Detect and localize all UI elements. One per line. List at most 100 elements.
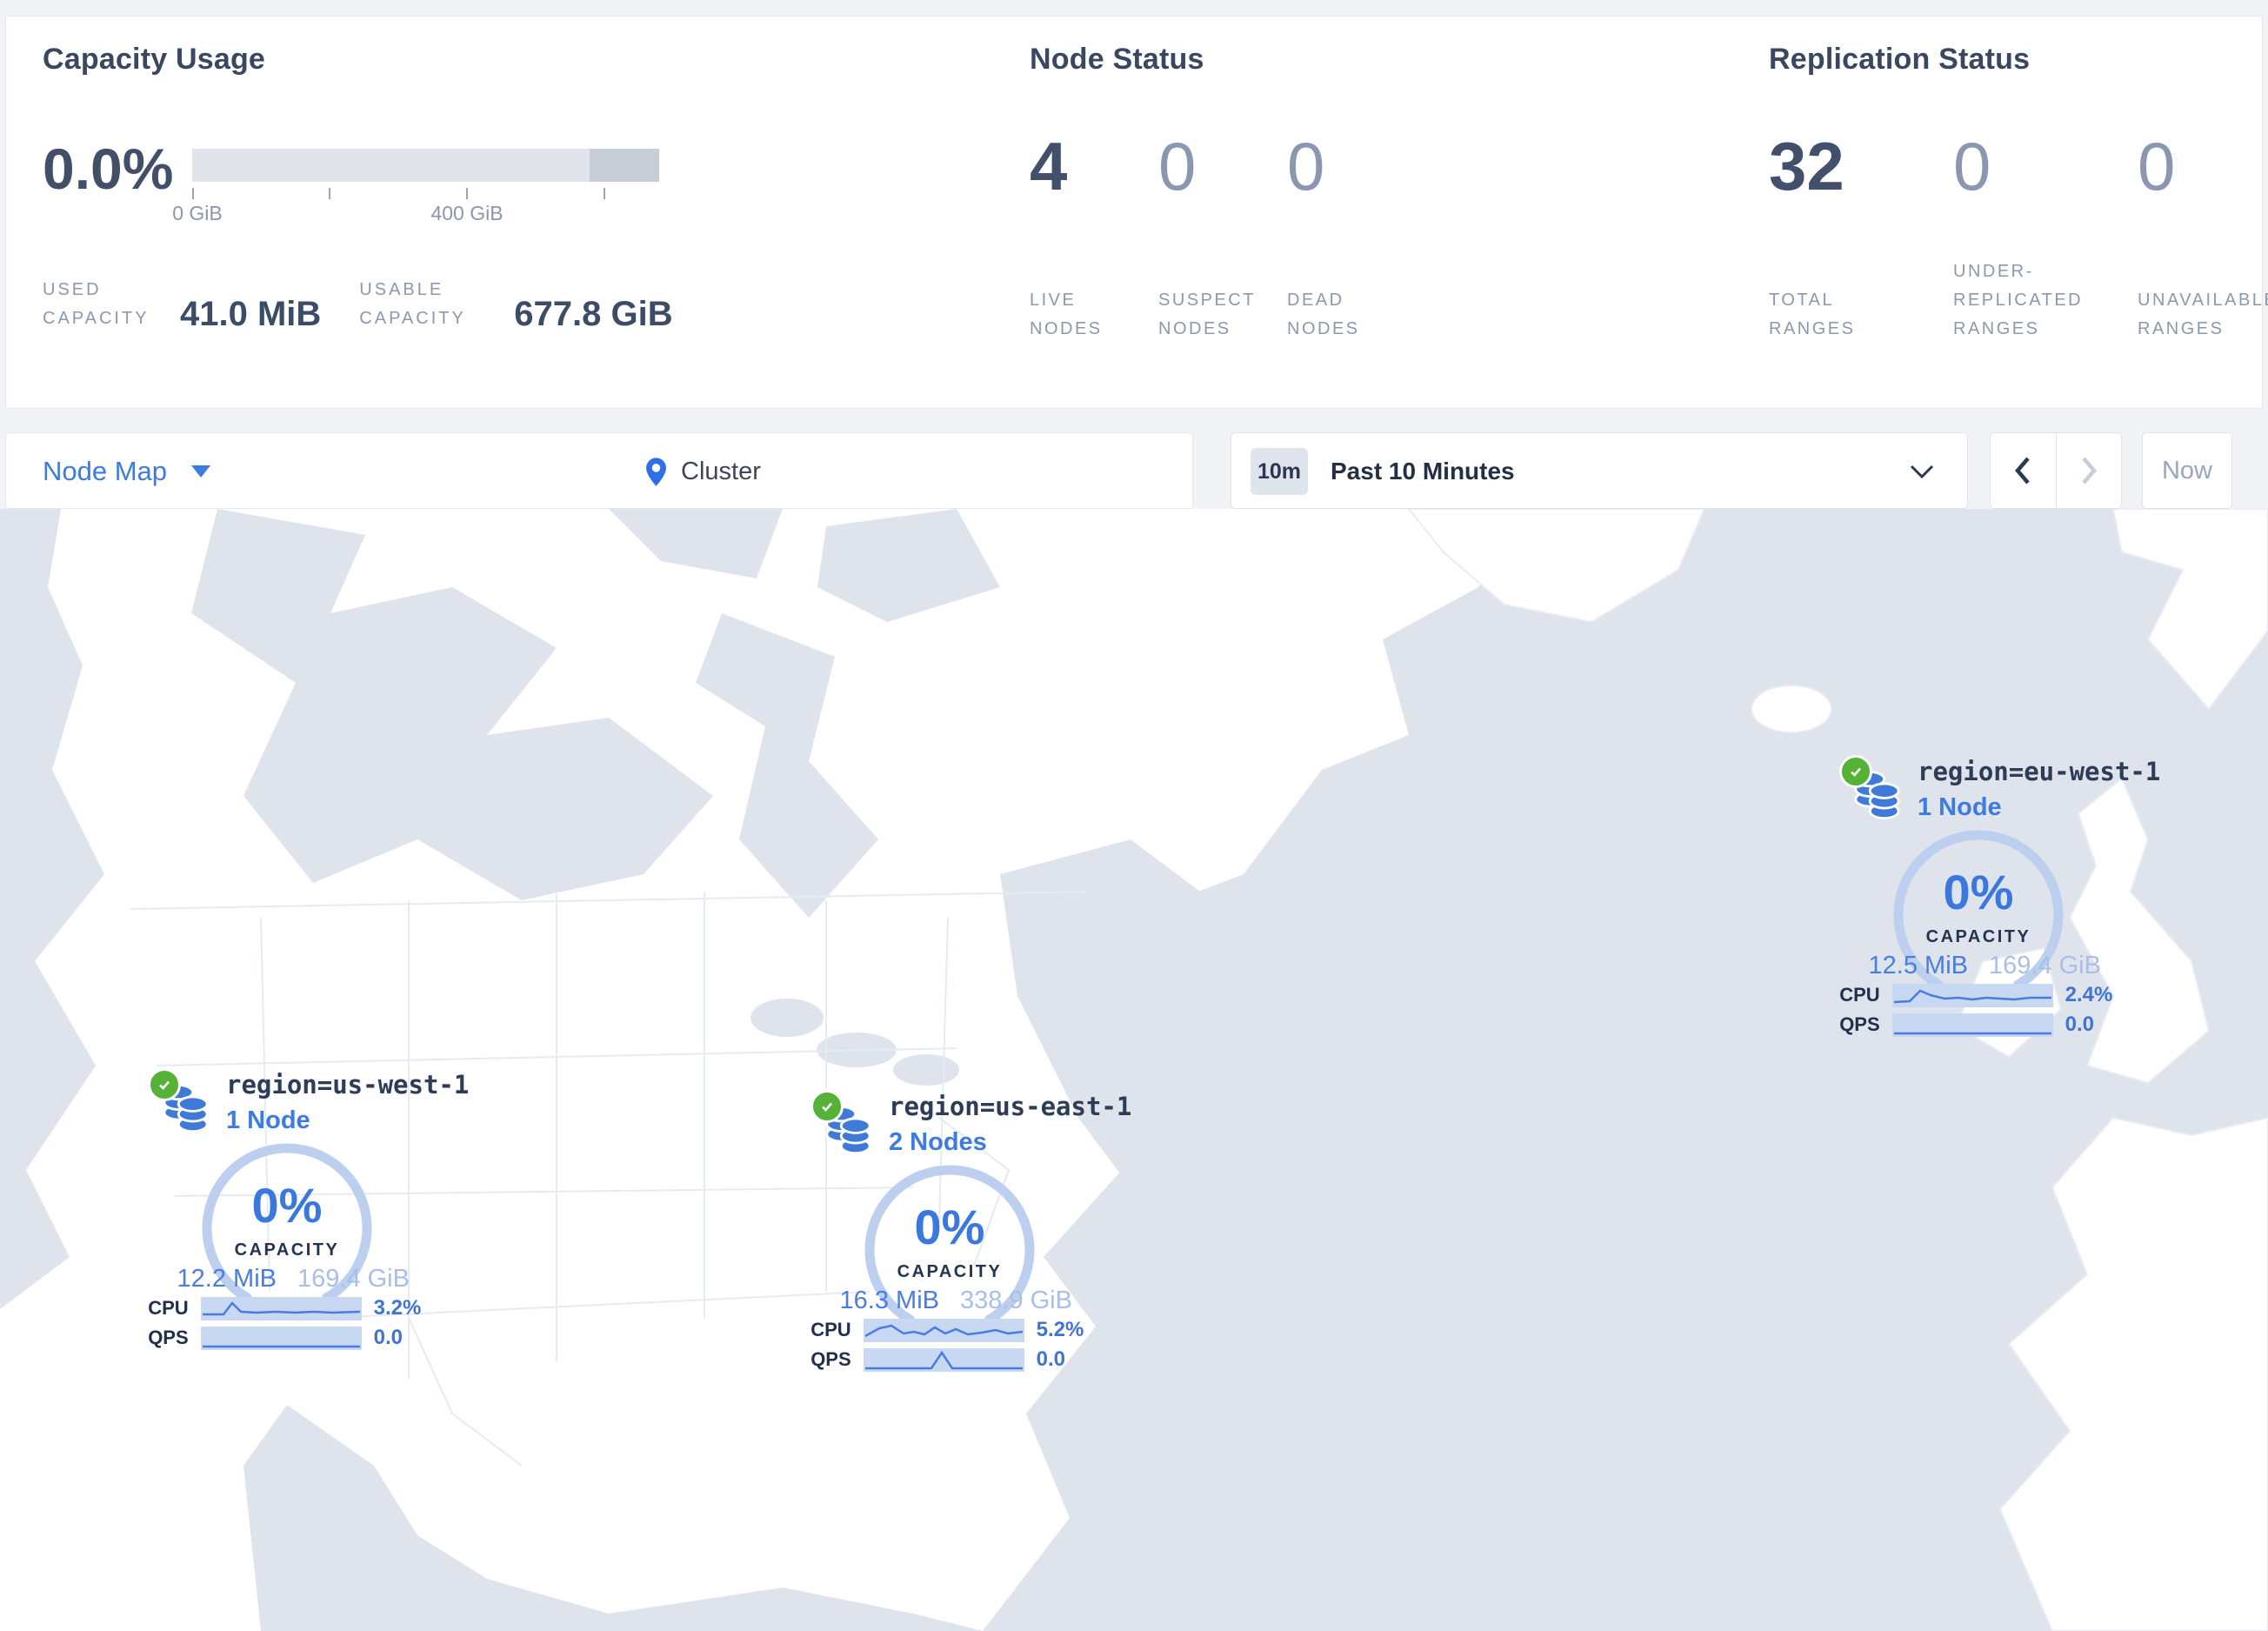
used-capacity: USED CAPACITY 41.0 MiB	[43, 276, 321, 333]
qps-row: QPS 0.0	[802, 1347, 1097, 1372]
under-replicated-ranges-stat: 0 UNDER-REPLICATED RANGES	[1953, 130, 2138, 344]
locality-node-count: 1 Node	[1918, 793, 2002, 821]
locality-capacity-label: CAPACITY	[1925, 927, 2031, 946]
locality-capacity-percent: 0%	[251, 1178, 323, 1233]
node-status-stats: 4 LIVE NODES 0 SUSPECT NODES 0 DEAD NODE…	[1030, 128, 1416, 344]
locality-eu-west-1[interactable]: region=eu-west-1 1 Node 0% CAPACITY 12.5…	[1831, 755, 2160, 1042]
view-selector-dropdown[interactable]: Node Map	[43, 433, 211, 510]
capacity-percent: 0.0%	[43, 137, 174, 201]
qps-label: QPS	[148, 1327, 189, 1348]
cpu-label: CPU	[1839, 984, 1880, 1006]
chevron-left-icon	[2015, 457, 2030, 485]
locality-capacity-percent: 0%	[914, 1200, 985, 1254]
breadcrumb[interactable]: Cluster	[644, 433, 761, 510]
qps-value: 0.0	[1036, 1347, 1066, 1371]
capacity-axis-ticks	[192, 186, 659, 202]
total-ranges-label: TOTAL RANGES	[1769, 291, 1856, 338]
cpu-value: 2.4%	[2065, 983, 2113, 1006]
locality-capacity-label: CAPACITY	[234, 1240, 340, 1260]
usable-capacity: USABLE CAPACITY 677.8 GiB	[359, 276, 672, 333]
locality-used-capacity: 12.5 MiB	[1868, 952, 1968, 979]
qps-sparkline	[200, 1326, 362, 1350]
live-nodes-value: 4	[1030, 128, 1068, 204]
locality-us-east-1[interactable]: region=us-east-1 2 Nodes 0% CAPACITY 16.…	[802, 1090, 1131, 1377]
unavailable-ranges-label: UNAVAILABLE RANGES	[2138, 291, 2268, 338]
used-capacity-value: 41.0 MiB	[180, 295, 322, 333]
dead-nodes-label: DEAD NODES	[1287, 291, 1360, 338]
qps-label: QPS	[810, 1348, 851, 1370]
suspect-nodes-stat: 0 SUSPECT NODES	[1158, 128, 1287, 344]
cpu-sparkline	[863, 1318, 1024, 1342]
replication-status-title: Replication Status	[1769, 43, 2031, 76]
live-nodes-stat: 4 LIVE NODES	[1030, 128, 1158, 344]
dead-nodes-value: 0	[1287, 128, 1325, 204]
cpu-label: CPU	[148, 1297, 189, 1319]
locality-total-capacity: 169.4 GiB	[1989, 952, 2101, 979]
cpu-value: 5.2%	[1036, 1318, 1084, 1341]
replication-status-section: Replication Status 32 TOTAL RANGES 0 UND…	[1769, 43, 2268, 338]
chevron-right-icon	[2082, 457, 2097, 485]
capacity-usage-title: Capacity Usage	[43, 43, 266, 76]
status-ok-icon	[810, 1090, 844, 1123]
node-status-section: Node Status 4 LIVE NODES 0 SUSPECT NODES…	[1030, 43, 1357, 338]
view-selector-label: Node Map	[43, 456, 168, 486]
cpu-value: 3.2%	[373, 1296, 422, 1320]
tick-mark	[604, 188, 605, 199]
unavailable-ranges-value: 0	[2138, 128, 2176, 204]
tick-label-0: 0 GiB	[172, 202, 223, 224]
unavailable-ranges-stat: 0 UNAVAILABLE RANGES	[2138, 128, 2268, 344]
locality-total-capacity: 338.9 GiB	[960, 1287, 1072, 1314]
now-button[interactable]: Now	[2142, 432, 2232, 509]
qps-value: 0.0	[2065, 1013, 2095, 1036]
cpu-sparkline	[200, 1296, 362, 1320]
suspect-nodes-value: 0	[1158, 128, 1197, 204]
usable-capacity-value: 677.8 GiB	[514, 295, 673, 333]
time-range-dropdown[interactable]: 10m Past 10 Minutes	[1231, 432, 1968, 509]
time-prev-button[interactable]	[1991, 433, 2057, 508]
locality-used-capacity: 12.2 MiB	[177, 1265, 277, 1293]
cpu-row: CPU 5.2%	[802, 1318, 1097, 1342]
capacity-bar: 0 GiB 400 GiB	[172, 149, 659, 226]
tick-mark	[192, 188, 194, 199]
cpu-row: CPU 2.4%	[1831, 983, 2126, 1007]
used-capacity-label: USED CAPACITY	[43, 280, 150, 328]
now-button-label: Now	[2161, 456, 2212, 485]
qps-sparkline	[1891, 1013, 2053, 1037]
cpu-sparkline	[1891, 983, 2053, 1007]
capacity-details: USED CAPACITY 41.0 MiB USABLE CAPACITY 6…	[43, 276, 673, 333]
map-toolbar: Node Map Cluster	[5, 432, 1193, 509]
locality-us-west-1[interactable]: region=us-west-1 1 Node 0% CAPACITY 12.2…	[139, 1068, 469, 1355]
qps-label: QPS	[1839, 1013, 1880, 1035]
cpu-label: CPU	[810, 1319, 851, 1340]
total-ranges-stat: 32 TOTAL RANGES	[1769, 128, 1953, 344]
node-status-title: Node Status	[1030, 43, 1204, 76]
usable-capacity-label: USABLE CAPACITY	[359, 280, 466, 328]
suspect-nodes-label: SUSPECT NODES	[1158, 291, 1256, 338]
locality-region-label: region=us-west-1	[226, 1070, 470, 1100]
capacity-bar-reserved-segment	[590, 149, 659, 182]
replication-stats: 32 TOTAL RANGES 0 UNDER-REPLICATED RANGE…	[1769, 128, 2268, 344]
live-nodes-label: LIVE NODES	[1030, 291, 1103, 338]
locality-capacity-label: CAPACITY	[897, 1262, 1003, 1281]
node-map: region=us-west-1 1 Node 0% CAPACITY 12.2…	[0, 509, 2268, 1631]
locality-region-label: region=eu-west-1	[1918, 757, 2161, 786]
total-ranges-value: 32	[1769, 128, 1844, 204]
time-nav-buttons	[1990, 432, 2122, 509]
cluster-summary-panel: Capacity Usage 0.0% 0 GiB 400 GiB USED C…	[5, 16, 2268, 409]
tick-mark	[466, 188, 468, 199]
time-next-button[interactable]	[2057, 433, 2122, 508]
locality-region-label: region=us-east-1	[889, 1092, 1132, 1121]
qps-sparkline	[863, 1347, 1024, 1372]
map-pin-icon	[646, 457, 666, 486]
time-range-label: Past 10 Minutes	[1331, 458, 1515, 485]
qps-row: QPS 0.0	[1831, 1013, 2126, 1037]
breadcrumb-label: Cluster	[681, 457, 761, 485]
cpu-row: CPU 3.2%	[139, 1296, 435, 1320]
time-range-badge: 10m	[1251, 448, 1308, 495]
locality-node-count: 1 Node	[226, 1106, 310, 1134]
dead-nodes-stat: 0 DEAD NODES	[1287, 128, 1416, 344]
qps-row: QPS 0.0	[139, 1326, 435, 1350]
capacity-axis-labels: 0 GiB 400 GiB	[172, 202, 659, 226]
tick-label-400: 400 GiB	[430, 202, 504, 224]
chevron-down-icon	[1910, 465, 1934, 479]
